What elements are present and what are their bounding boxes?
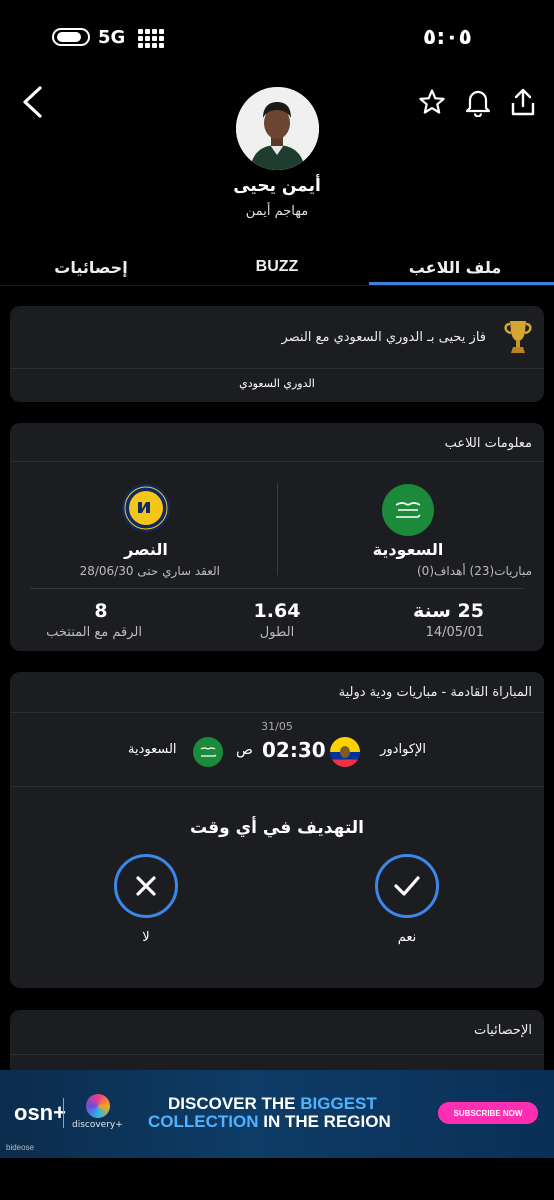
ad-line-2a: COLLECTION (148, 1112, 259, 1131)
home-team-name: الإكوادور (380, 742, 426, 757)
ad-line-2b: IN THE REGION (263, 1112, 391, 1131)
trophy-text: فاز يحيى بـ الدوري السعودي مع النصر (281, 330, 486, 345)
ad-divider (63, 1098, 64, 1128)
poll-question: التهديف في أي وقت (189, 818, 364, 838)
trophy-card[interactable]: فاز يحيى بـ الدوري السعودي مع النصر الدو… (10, 306, 544, 402)
player-position: مهاجم أيمن (245, 204, 309, 219)
away-team-name: السعودية (128, 742, 177, 757)
stat-age-label: 14/05/01 (425, 625, 484, 640)
player-info-card: معلومات اللاعب السعودية مباريات(23) أهدا… (10, 423, 544, 651)
ad-line-2: COLLECTION IN THE REGION (148, 1112, 391, 1132)
stat-number-label: الرقم مع المنتخب (46, 625, 142, 640)
discovery-label: discovery+ (72, 1120, 123, 1130)
ecuador-flag-icon (330, 737, 360, 767)
star-icon (419, 89, 445, 114)
stat-number-value: 8 (94, 600, 108, 622)
statistics-title: الإحصائيات (473, 1023, 532, 1038)
tab-statistics[interactable]: إحصائيات (16, 258, 166, 277)
next-match-title: المباراة القادمة - مباريات ودية دولية (338, 685, 532, 700)
favorite-button[interactable] (412, 82, 452, 122)
status-time: ٥:٠٥ (422, 25, 472, 50)
network-type: 5G (98, 27, 126, 48)
tab-buzz[interactable]: BUZZ (202, 258, 352, 276)
trophy-icon (502, 318, 534, 360)
next-match-card: المباراة القادمة - مباريات ودية دولية 31… (10, 672, 544, 988)
trophy-league: الدوري السعودي (239, 377, 315, 390)
share-button[interactable] (503, 82, 543, 122)
bell-icon (465, 90, 491, 117)
stat-age-value: 25 سنة (412, 600, 484, 622)
status-bar: 5G ٥:٠٥ (0, 0, 554, 74)
ad-footer-label: bideose (6, 1143, 35, 1152)
match-ampm: ص (236, 742, 253, 758)
share-icon (511, 88, 535, 116)
player-avatar (236, 87, 319, 170)
ad-banner[interactable]: osn+ discovery+ DISCOVER THE BIGGEST COL… (0, 1070, 554, 1158)
player-info-title: معلومات اللاعب (444, 436, 532, 451)
match-time: 02:30 (262, 738, 326, 762)
poll-yes-label: نعم (397, 930, 417, 945)
poll-yes-button[interactable] (375, 854, 439, 918)
match-row[interactable]: الإكوادور 02:30 ص السعودية (10, 734, 544, 776)
ad-line-1b: BIGGEST (300, 1094, 377, 1113)
chevron-left-icon (23, 86, 42, 118)
tabs-divider (0, 285, 554, 286)
saudi-flag-small-icon (193, 737, 223, 767)
info-vertical-divider (277, 483, 278, 575)
alnassr-logo[interactable] (121, 483, 171, 533)
country-detail: مباريات(23) أهداف(0) (416, 564, 532, 578)
close-icon (136, 876, 156, 896)
poll-no-button[interactable] (114, 854, 178, 918)
osn-logo: osn+ (14, 1100, 66, 1125)
battery-icon (52, 28, 90, 46)
subscribe-now-button[interactable]: SUBSCRIBE NOW (438, 1102, 538, 1124)
notifications-button[interactable] (458, 82, 498, 122)
match-date: 31/05 (261, 720, 293, 733)
ad-line-1a: DISCOVER THE (168, 1094, 296, 1113)
check-icon (394, 876, 420, 896)
saudi-flag-icon[interactable] (382, 484, 434, 536)
player-name: أيمن يحيى (233, 176, 321, 196)
stat-height-value: 1.64 (253, 600, 301, 622)
signal-icon (138, 29, 164, 49)
discovery-logo-icon (86, 1094, 110, 1118)
tab-player-profile[interactable]: ملف اللاعب (380, 258, 530, 277)
poll-no-label: لا (142, 930, 150, 945)
ad-line-1: DISCOVER THE BIGGEST (168, 1094, 377, 1114)
country-name: السعودية (372, 540, 444, 559)
club-detail: العقد ساري حتى 28/06/30 (79, 564, 220, 578)
back-button[interactable] (12, 82, 52, 122)
stat-height-label: الطول (259, 625, 295, 640)
club-name: النصر (124, 540, 168, 559)
